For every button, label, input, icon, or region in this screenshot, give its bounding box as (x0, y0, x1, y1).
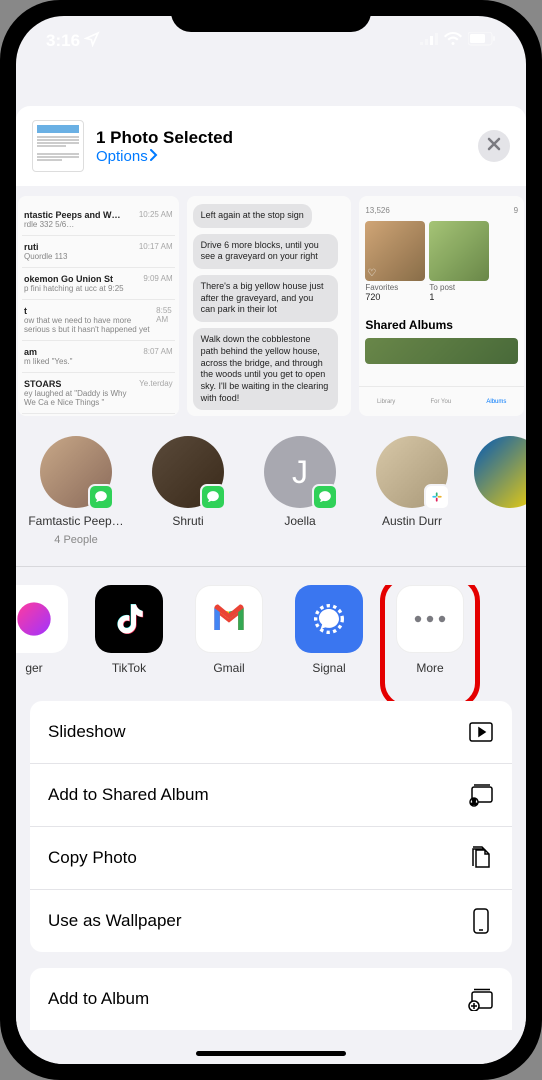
contact-famtastic[interactable]: Famtastic Peep… 4 People (26, 436, 126, 546)
app-tiktok[interactable]: TikTok (90, 585, 168, 675)
action-copy-photo[interactable]: Copy Photo (30, 827, 512, 890)
add-album-icon (468, 986, 494, 1012)
options-link[interactable]: Options (96, 148, 466, 165)
phone-frame: 3:16 ntastic Peeps and W…rdle 33 (0, 0, 542, 1080)
action-shared-album[interactable]: Add to Shared Album (30, 764, 512, 827)
share-sheet: 1 Photo Selected Options (16, 106, 526, 1064)
app-more[interactable]: More (390, 585, 470, 675)
phone-screen: 3:16 ntastic Peeps and W…rdle 33 (16, 16, 526, 1064)
contact-austin[interactable]: Austin Durr (362, 436, 462, 546)
wifi-icon (444, 32, 462, 51)
play-icon (468, 719, 494, 745)
action-wallpaper[interactable]: Use as Wallpaper (30, 890, 512, 952)
action-add-album[interactable]: Add to Album (30, 968, 512, 1030)
copy-icon (468, 845, 494, 871)
chevron-right-icon (150, 148, 158, 165)
messages-badge-icon (88, 484, 114, 510)
actions-list: Slideshow Add to Shared Album Copy Photo… (30, 701, 512, 952)
contacts-row[interactable]: Famtastic Peep… 4 People Shruti J (16, 436, 526, 566)
home-indicator[interactable] (196, 1051, 346, 1056)
app-signal[interactable]: Signal (290, 585, 368, 675)
notch (171, 0, 371, 32)
phone-icon (468, 908, 494, 934)
contact-more[interactable] (474, 436, 526, 546)
actions-list-2: Add to Album (30, 968, 512, 1030)
more-icon (413, 610, 447, 628)
messages-badge-icon (200, 484, 226, 510)
close-button[interactable] (478, 130, 510, 162)
cellular-icon (420, 32, 438, 50)
close-icon (487, 137, 501, 156)
apps-row[interactable]: ger TikTok Gmail Signal (16, 585, 526, 701)
app-messenger[interactable]: ger (16, 585, 68, 675)
battery-icon (468, 32, 496, 51)
app-gmail[interactable]: Gmail (190, 585, 268, 675)
contact-joella[interactable]: J Joella (250, 436, 350, 546)
status-time: 3:16 (46, 31, 80, 51)
shared-album-icon (468, 782, 494, 808)
share-title: 1 Photo Selected (96, 128, 466, 148)
share-header: 1 Photo Selected Options (16, 106, 526, 186)
selected-photo-thumbnail[interactable] (32, 120, 84, 172)
location-arrow-icon (84, 31, 100, 52)
divider (16, 566, 526, 567)
messages-badge-icon (312, 484, 338, 510)
sheet-body: Famtastic Peep… 4 People Shruti J (16, 416, 526, 1064)
contact-shruti[interactable]: Shruti (138, 436, 238, 546)
slack-badge-icon (424, 484, 450, 510)
action-slideshow[interactable]: Slideshow (30, 701, 512, 764)
